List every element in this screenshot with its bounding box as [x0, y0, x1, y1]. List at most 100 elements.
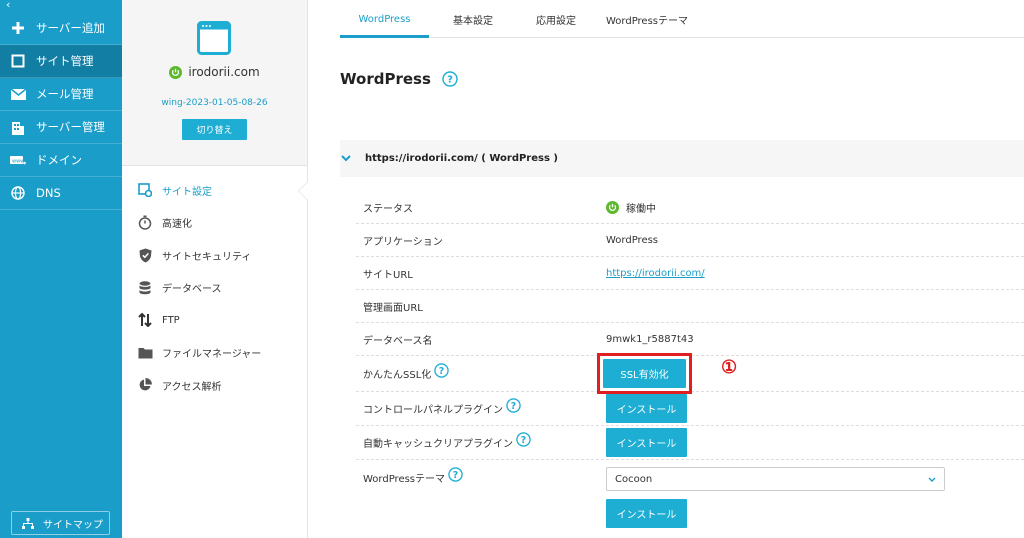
nav-item-mail[interactable]: メール管理	[0, 78, 122, 111]
row-label: アプリケーション	[363, 236, 443, 248]
tab-advanced-settings[interactable]: 応用設定	[517, 0, 595, 38]
help-icon[interactable]: ?	[516, 432, 531, 447]
step-annotation: ①	[721, 357, 738, 378]
status-value: 稼働中	[606, 200, 656, 215]
folder-icon	[137, 347, 153, 359]
svg-text:?: ?	[439, 366, 444, 377]
subnav-item-ftp[interactable]: FTP	[122, 304, 307, 337]
nav-item-label: DNS	[36, 186, 61, 200]
database-icon	[137, 281, 153, 295]
domain-tag-icon: www	[10, 152, 26, 168]
subnav-item-label: サイト設定	[162, 186, 212, 198]
pie-chart-icon	[137, 378, 153, 392]
subnav-item-access-analytics[interactable]: アクセス解析	[122, 369, 307, 402]
subnav-item-label: FTP	[162, 314, 180, 326]
sitemap-button[interactable]: サイトマップ	[11, 511, 110, 535]
row-label: 自動キャッシュクリアプラグイン	[363, 439, 513, 450]
active-pointer	[298, 181, 308, 201]
enable-ssl-button[interactable]: SSL有効化	[603, 359, 686, 388]
svg-text:?: ?	[447, 75, 453, 86]
site-details: ステータス 稼働中 アプリケーション WordPress サイトURL http…	[356, 191, 1024, 532]
tab-wordpress[interactable]: WordPress	[340, 0, 429, 38]
power-on-icon	[606, 200, 619, 214]
plus-icon	[10, 20, 26, 36]
row-label: サイトURL	[363, 269, 413, 281]
row-label: コントロールパネルプラグイン	[363, 405, 503, 416]
row-site-url: サイトURL https://irodorii.com/	[356, 257, 1024, 290]
row-easy-ssl: かんたんSSL化 ? SSL有効化	[356, 353, 1024, 394]
server-id: wing-2023-01-05-08-26	[161, 98, 268, 108]
mail-icon	[10, 86, 26, 102]
theme-select-value: Cocoon	[615, 473, 653, 485]
globe-icon	[10, 185, 26, 201]
nav-item-label: サーバー追加	[36, 21, 105, 35]
site-sub-nav: irodorii.com wing-2023-01-05-08-26 切り替え …	[122, 0, 308, 538]
domain-label: irodorii.com	[188, 65, 260, 79]
section-title: https://irodorii.com/ ( WordPress )	[365, 153, 558, 164]
subnav-item-site-settings[interactable]: サイト設定	[122, 174, 307, 207]
subnav-item-label: 高速化	[162, 219, 192, 231]
collapse-nav-button[interactable]: ‹	[0, 0, 122, 12]
svg-text:?: ?	[511, 401, 516, 412]
main-content: WordPress 基本設定 応用設定 WordPressテーマ WordPre…	[309, 0, 1024, 538]
tab-basic-settings[interactable]: 基本設定	[429, 0, 517, 38]
nav-item-label: ドメイン	[36, 153, 82, 167]
page-title: WordPress	[340, 70, 431, 88]
row-database-name: データベース名 9mwk1_r5887t43	[356, 323, 1024, 356]
svg-text:?: ?	[521, 435, 526, 446]
row-label-wrap: コントロールパネルプラグイン ?	[356, 398, 606, 416]
building-icon	[10, 119, 26, 135]
help-icon[interactable]: ?	[448, 467, 463, 482]
subnav-item-label: ファイルマネージャー	[162, 349, 262, 361]
nav-item-server[interactable]: サーバー管理	[0, 111, 122, 144]
theme-select[interactable]: Cocoon	[606, 467, 945, 491]
site-url-link[interactable]: https://irodorii.com/	[606, 268, 705, 279]
settings-tabs: WordPress 基本設定 応用設定 WordPressテーマ	[340, 0, 1024, 38]
page-title-wrap: WordPress ?	[340, 70, 458, 88]
ssl-highlight-box: SSL有効化	[597, 353, 692, 394]
nav-item-add-server[interactable]: サーバー追加	[0, 12, 122, 45]
row-label-wrap: かんたんSSL化 ?	[356, 363, 606, 381]
nav-item-label: メール管理	[36, 87, 94, 101]
main-nav: ‹ サーバー追加 サイト管理 メール管理 サーバー管理 www ドメイン DNS…	[0, 0, 122, 538]
application-value: WordPress	[606, 234, 659, 246]
nav-item-dns[interactable]: DNS	[0, 177, 122, 210]
subnav-item-database[interactable]: データベース	[122, 272, 307, 305]
nav-item-domain[interactable]: www ドメイン	[0, 144, 122, 177]
shield-check-icon	[137, 248, 153, 263]
site-domain: irodorii.com	[122, 65, 307, 79]
site-section-header[interactable]: https://irodorii.com/ ( WordPress )	[340, 140, 1024, 177]
install-control-panel-plugin-button[interactable]: インストール	[606, 394, 687, 423]
subnav-item-label: データベース	[162, 284, 222, 296]
help-icon[interactable]: ?	[434, 363, 449, 378]
subnav-item-label: サイトセキュリティ	[162, 251, 252, 263]
install-theme-button[interactable]: インストール	[606, 499, 687, 528]
svg-text:?: ?	[453, 470, 458, 481]
chevron-left-icon: ‹	[6, 0, 11, 11]
chevron-down-icon	[928, 477, 936, 482]
row-control-panel-plugin: コントロールパネルプラグイン ? インストール	[356, 392, 1024, 426]
nav-item-site-management[interactable]: サイト管理	[0, 45, 122, 78]
help-icon[interactable]: ?	[442, 71, 458, 87]
stopwatch-icon	[137, 215, 153, 230]
help-icon[interactable]: ?	[506, 398, 521, 413]
install-cache-clear-plugin-button[interactable]: インストール	[606, 428, 687, 457]
row-label: 管理画面URL	[363, 302, 423, 314]
row-label: かんたんSSL化	[363, 370, 432, 381]
sitemap-icon	[22, 517, 34, 529]
tab-wordpress-theme[interactable]: WordPressテーマ	[595, 0, 699, 38]
row-label-wrap: WordPressテーマ ?	[356, 467, 606, 485]
row-label-wrap: 自動キャッシュクリアプラグイン ?	[356, 432, 606, 450]
window-icon	[10, 53, 26, 69]
site-settings-icon	[137, 183, 153, 198]
subnav-item-site-security[interactable]: サイトセキュリティ	[122, 239, 307, 272]
subnav-item-speedup[interactable]: 高速化	[122, 207, 307, 240]
row-label: ステータス	[363, 203, 413, 215]
row-label: データベース名	[363, 335, 433, 347]
row-label: WordPressテーマ	[363, 474, 446, 485]
row-wordpress-theme: WordPressテーマ ? Cocoon インストール	[356, 460, 1024, 532]
switch-site-button[interactable]: 切り替え	[182, 119, 247, 140]
subnav-item-file-manager[interactable]: ファイルマネージャー	[122, 337, 307, 370]
status-text: 稼働中	[626, 203, 656, 215]
updown-arrows-icon	[137, 313, 153, 328]
